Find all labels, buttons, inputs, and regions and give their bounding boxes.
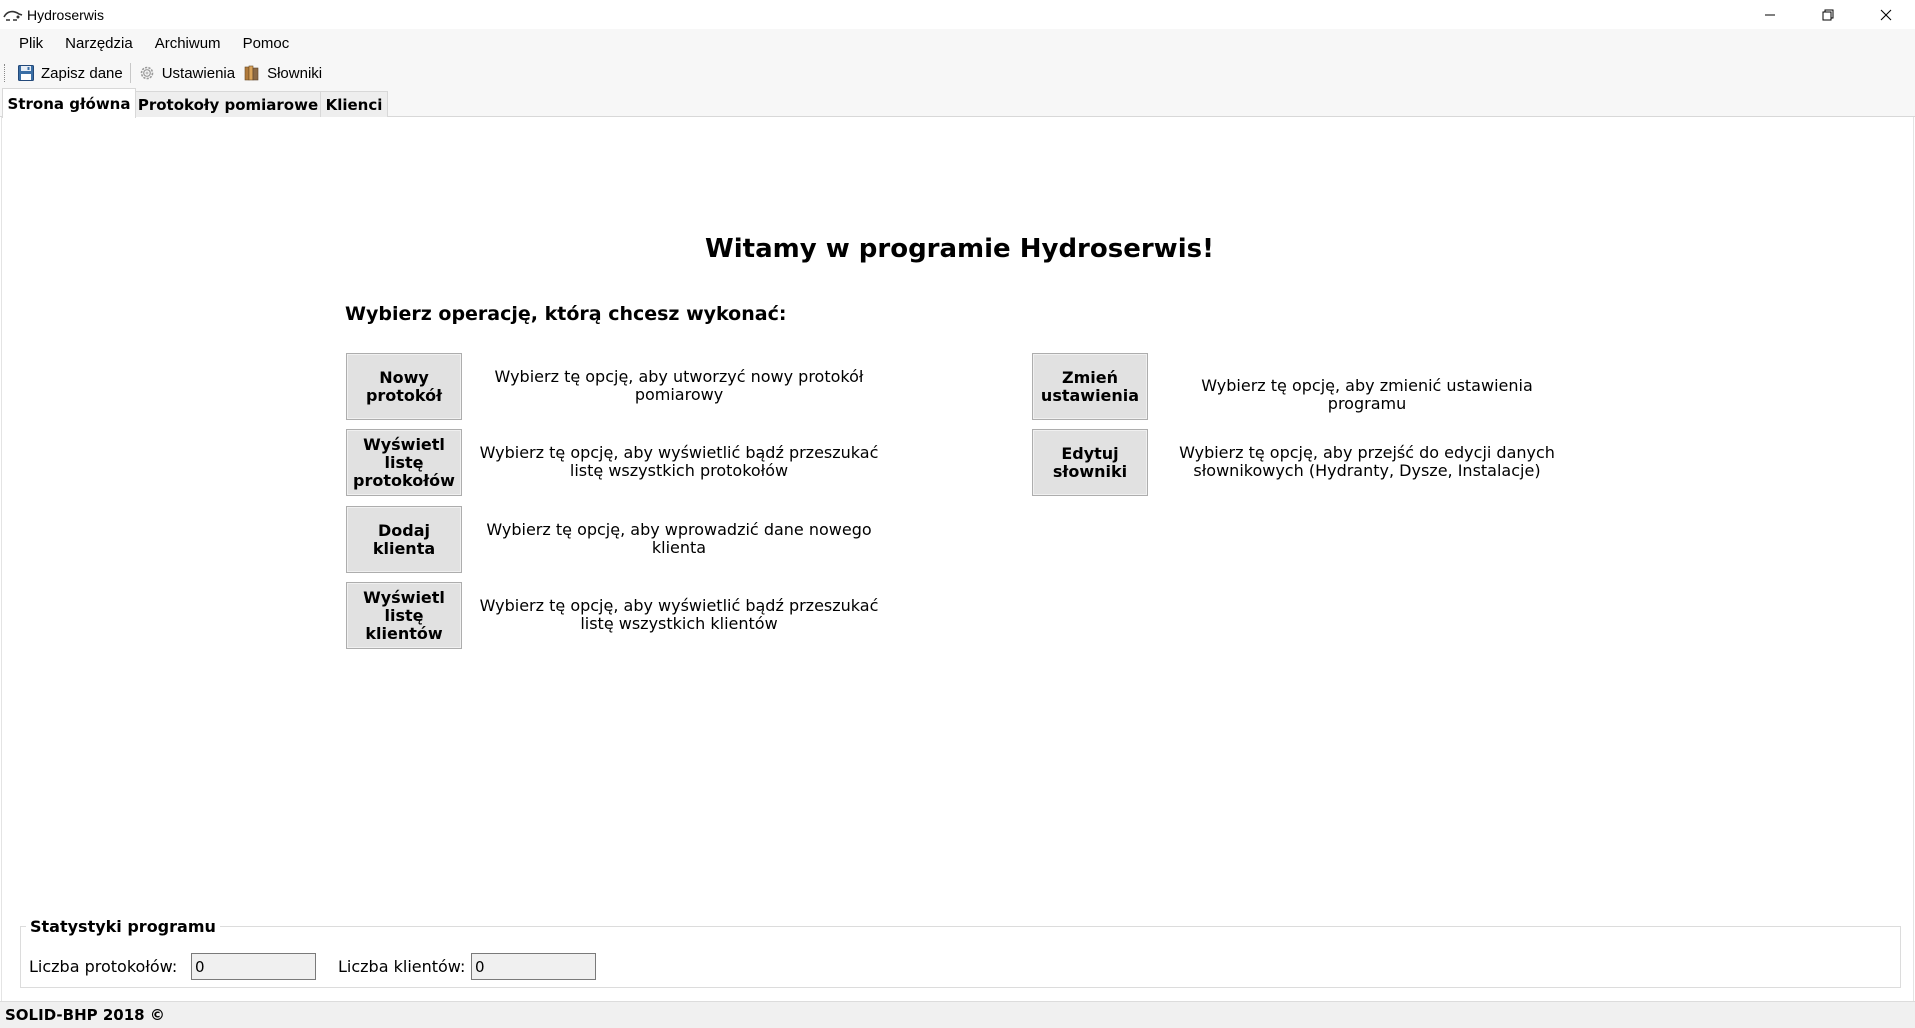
tab-clients[interactable]: Klienci xyxy=(320,91,388,117)
menu-archive[interactable]: Archiwum xyxy=(144,29,232,58)
menu-file[interactable]: Plik xyxy=(8,29,54,58)
window-title: Hydroserwis xyxy=(27,6,105,23)
list-clients-button[interactable]: Wyświetl listę klientów xyxy=(346,582,462,649)
edit-dictionaries-button[interactable]: Edytuj słowniki xyxy=(1032,429,1148,496)
status-bar: SOLID-BHP 2018 © xyxy=(0,1001,1915,1028)
change-settings-description: Wybierz tę opcję, aby zmienić ustawienia… xyxy=(1201,376,1533,413)
choose-prompt: Wybierz operację, którą chcesz wykonać: xyxy=(345,303,787,325)
settings-label: Ustawienia xyxy=(161,64,236,82)
add-client-description: Wybierz tę opcję, aby wprowadzić dane no… xyxy=(486,520,872,557)
list-protocols-button[interactable]: Wyświetl listę protokołów xyxy=(346,429,462,496)
books-icon xyxy=(244,65,259,81)
save-button[interactable]: Zapisz dane xyxy=(13,60,127,86)
minimize-button[interactable] xyxy=(1741,0,1799,29)
stats-title: Statystyki programu xyxy=(26,917,220,936)
toolbar-separator xyxy=(129,63,131,83)
list-protocols-description: Wybierz tę opcję, aby wyświetlić bądź pr… xyxy=(479,443,879,480)
dictionaries-button[interactable]: Słowniki xyxy=(239,60,326,86)
restore-icon xyxy=(1822,9,1834,20)
menu-bar: Plik Narzędzia Archiwum Pomoc xyxy=(0,29,1915,58)
minimize-icon xyxy=(1765,14,1775,15)
edit-dictionaries-description: Wybierz tę opcję, aby przejść do edycji … xyxy=(1179,443,1555,480)
protocols-count-field[interactable]: 0 xyxy=(191,953,316,980)
settings-button[interactable]: Ustawienia xyxy=(134,60,239,86)
floppy-disk-icon xyxy=(18,65,34,81)
menu-tools[interactable]: Narzędzia xyxy=(54,29,144,58)
close-icon xyxy=(1880,9,1892,20)
clients-count-label: Liczba klientów: xyxy=(338,957,466,976)
title-bar: Hydroserwis xyxy=(0,0,1915,29)
toolbar: Zapisz dane Ustawienia Słowniki xyxy=(0,58,1915,88)
save-label: Zapisz dane xyxy=(41,64,123,82)
protocols-count-label: Liczba protokołów: xyxy=(29,957,178,976)
tab-strip: Strona główna Protokoły pomiarowe Klienc… xyxy=(0,88,1915,118)
new-protocol-description: Wybierz tę opcję, aby utworzyć nowy prot… xyxy=(494,367,864,404)
clients-count-field[interactable]: 0 xyxy=(471,953,596,980)
change-settings-button[interactable]: Zmień ustawienia xyxy=(1032,353,1148,420)
toolbar-grip[interactable] xyxy=(4,64,7,82)
new-protocol-button[interactable]: Nowy protokół xyxy=(346,353,462,420)
dictionaries-label: Słowniki xyxy=(267,64,323,82)
home-page: Witamy w programie Hydroserwis! Wybierz … xyxy=(1,117,1914,1001)
menu-help[interactable]: Pomoc xyxy=(232,29,301,58)
tab-home[interactable]: Strona główna xyxy=(2,88,136,118)
page-title: Witamy w programie Hydroserwis! xyxy=(705,234,1214,264)
status-text: SOLID-BHP 2018 © xyxy=(5,1006,165,1024)
gear-icon xyxy=(140,66,154,80)
close-button[interactable] xyxy=(1857,0,1915,29)
list-clients-description: Wybierz tę opcję, aby wyświetlić bądź pr… xyxy=(479,596,879,633)
restore-button[interactable] xyxy=(1799,0,1857,29)
tab-protocols[interactable]: Protokoły pomiarowe xyxy=(135,91,321,117)
window-controls xyxy=(1741,0,1915,29)
add-client-button[interactable]: Dodaj klienta xyxy=(346,506,462,573)
water-drop-icon xyxy=(3,10,23,21)
